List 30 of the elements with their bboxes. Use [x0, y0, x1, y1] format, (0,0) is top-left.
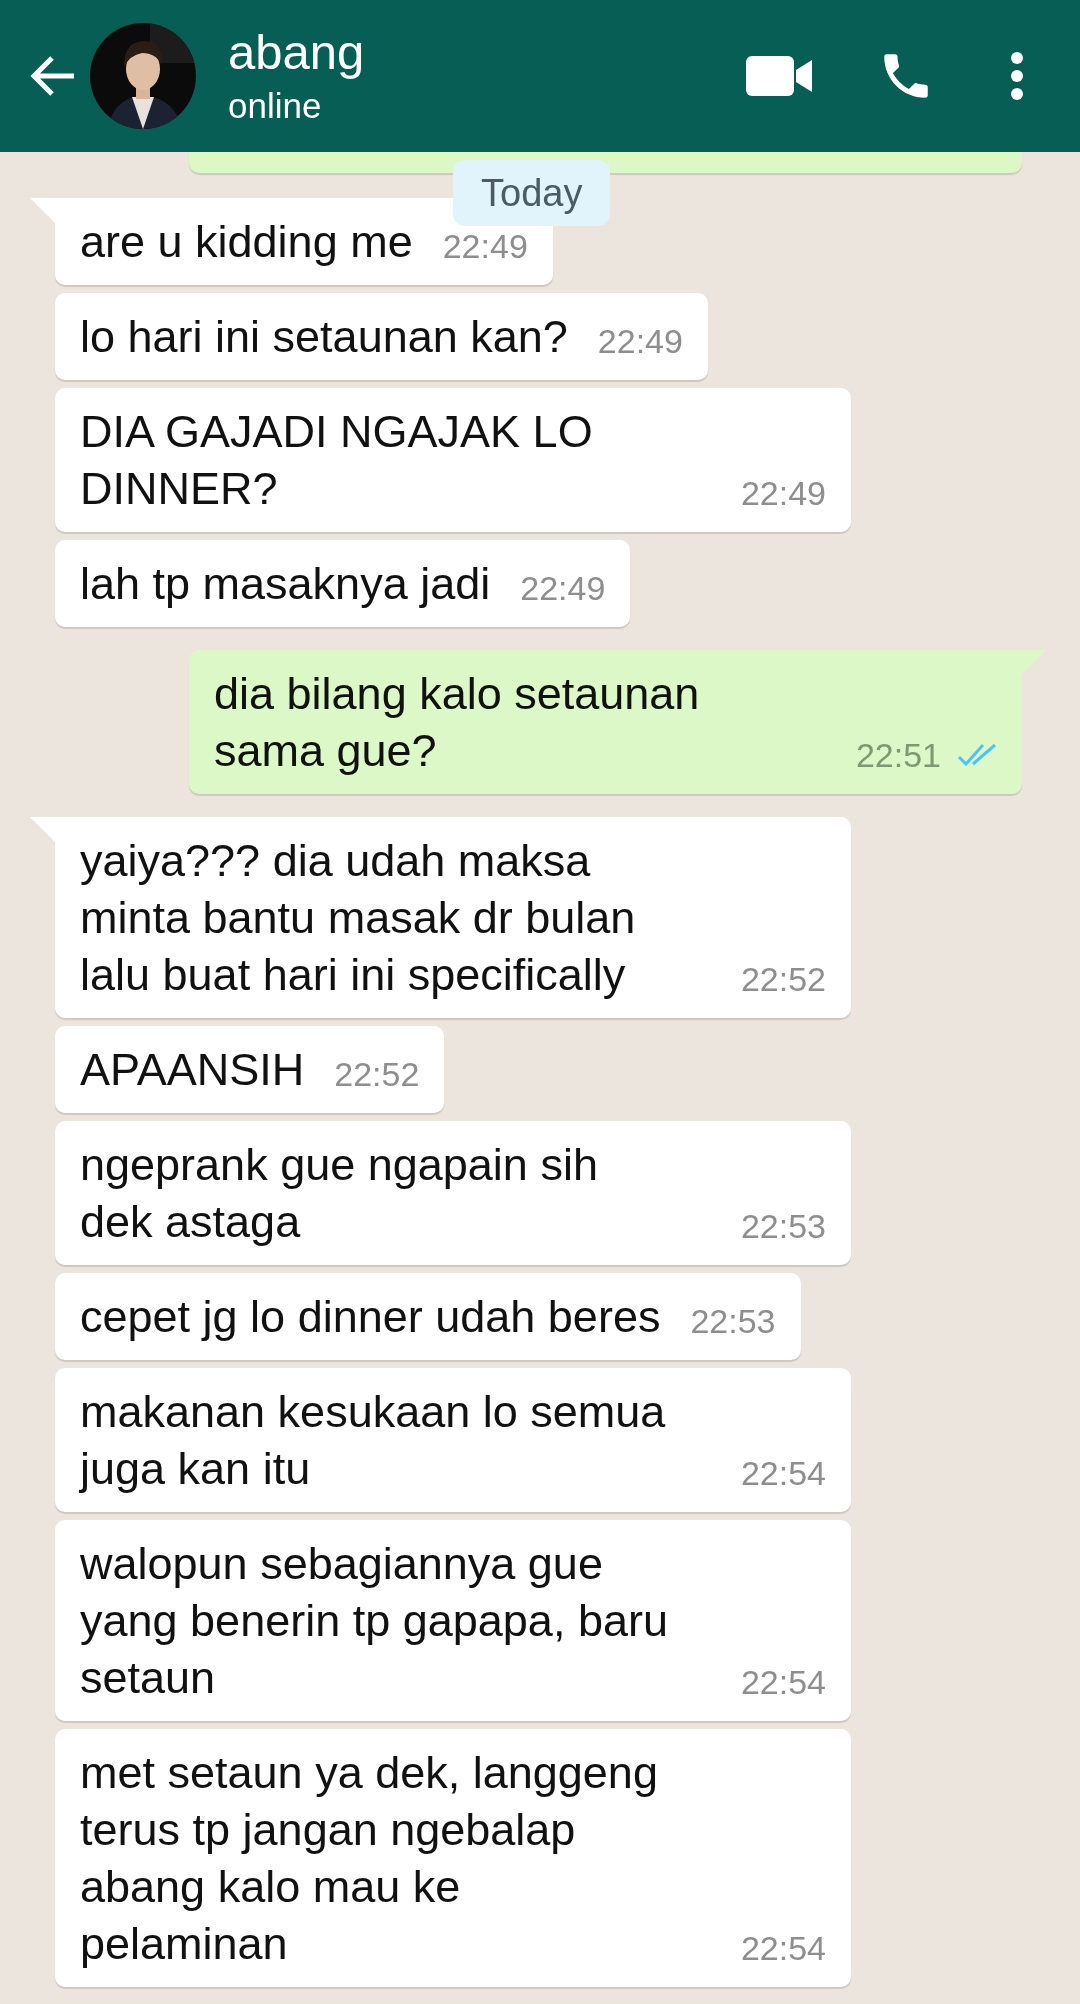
message-text: met setaun ya dek, langgeng terus tp jangan ngebalap abang kalo mau ke pelaminan: [80, 1746, 658, 1971]
back-icon[interactable]: [28, 54, 76, 98]
message-time: 22:49: [520, 568, 606, 608]
message-time: 22:51: [855, 735, 941, 775]
message-text: cepet jg lo dinner udah beres: [80, 1290, 661, 1344]
message-time: 22:53: [690, 1301, 776, 1341]
message-text: lah tp masaknya jadi: [80, 557, 491, 611]
message-time: 22:49: [740, 473, 826, 513]
video-call-icon[interactable]: [746, 56, 812, 96]
message-time: 22:54: [740, 1662, 826, 1702]
message-text: DIA GAJADI NGAJAK LO DINNER?: [80, 405, 593, 516]
message-time: 22:52: [740, 959, 826, 999]
message-text: yaiya??? dia udah maksa minta bantu masak dr bulan lalu buat hari ini specifically: [80, 834, 636, 1002]
message-text: ngeprank gue ngapain sih dek astaga: [80, 1138, 598, 1249]
message-text: lo hari ini setaunan kan?: [80, 310, 568, 364]
message-time: 22:49: [597, 321, 683, 361]
message-time: 22:52: [334, 1054, 420, 1094]
date-badge: Today: [453, 160, 611, 226]
message-time: 22:53: [740, 1206, 826, 1246]
message-time: 22:54: [740, 1453, 826, 1493]
more-options-icon[interactable]: [1010, 51, 1024, 101]
message-time: 22:49: [442, 226, 528, 266]
message-text: APAANSIH: [80, 1043, 305, 1097]
message-text: are u kidding me: [80, 215, 413, 269]
message-text: makanan kesukaan lo semua juga kan itu: [80, 1385, 666, 1496]
message-text: walopun sebagiannya gue yang benerin tp gapapa, baru setaun: [80, 1537, 668, 1705]
message-time: 22:54: [740, 1928, 826, 1968]
contact-name: abang: [228, 24, 365, 80]
message-text: dia bilang kalo setaunan sama gue?: [214, 667, 700, 778]
contact-status: online: [228, 85, 323, 127]
